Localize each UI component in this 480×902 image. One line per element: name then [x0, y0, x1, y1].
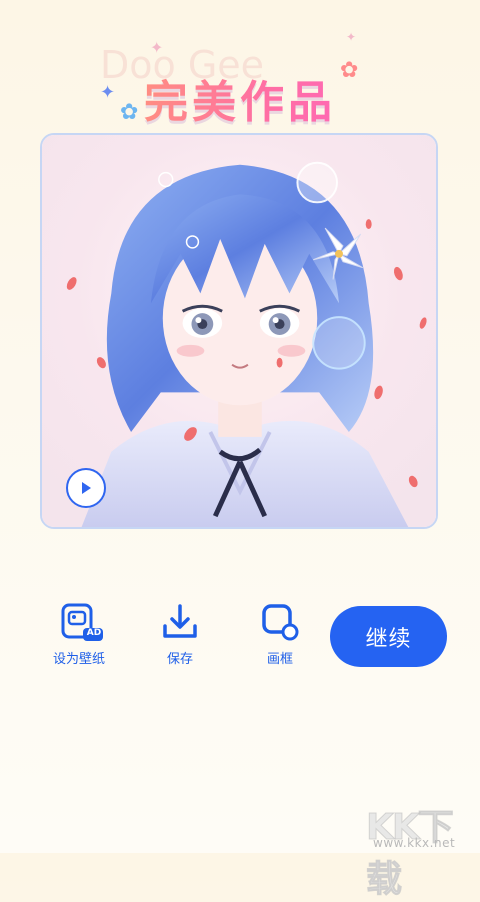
- play-icon: [82, 482, 91, 494]
- frame-icon: [262, 604, 299, 641]
- frame-button[interactable]: 画框: [240, 600, 320, 667]
- set-wallpaper-label: 设为壁纸: [52, 652, 105, 667]
- watermark-logo: KK下载: [366, 807, 455, 901]
- sparkle-icon: ✦: [346, 30, 357, 44]
- ad-badge: AD: [86, 628, 102, 638]
- frame-label: 画框: [266, 652, 293, 667]
- save-button[interactable]: 保存: [140, 600, 220, 667]
- play-button[interactable]: [66, 468, 106, 508]
- set-wallpaper-button[interactable]: AD 设为壁纸: [39, 600, 119, 667]
- download-icon: [163, 604, 197, 638]
- artwork-image: [42, 135, 436, 527]
- save-label: 保存: [166, 652, 193, 667]
- artwork-card[interactable]: [40, 133, 438, 529]
- page-title: 完美作品: [0, 66, 480, 130]
- sparkle-icon: ✦: [150, 38, 164, 57]
- continue-button[interactable]: 继续: [330, 606, 447, 667]
- watermark-url: www.kkx.net: [373, 836, 456, 850]
